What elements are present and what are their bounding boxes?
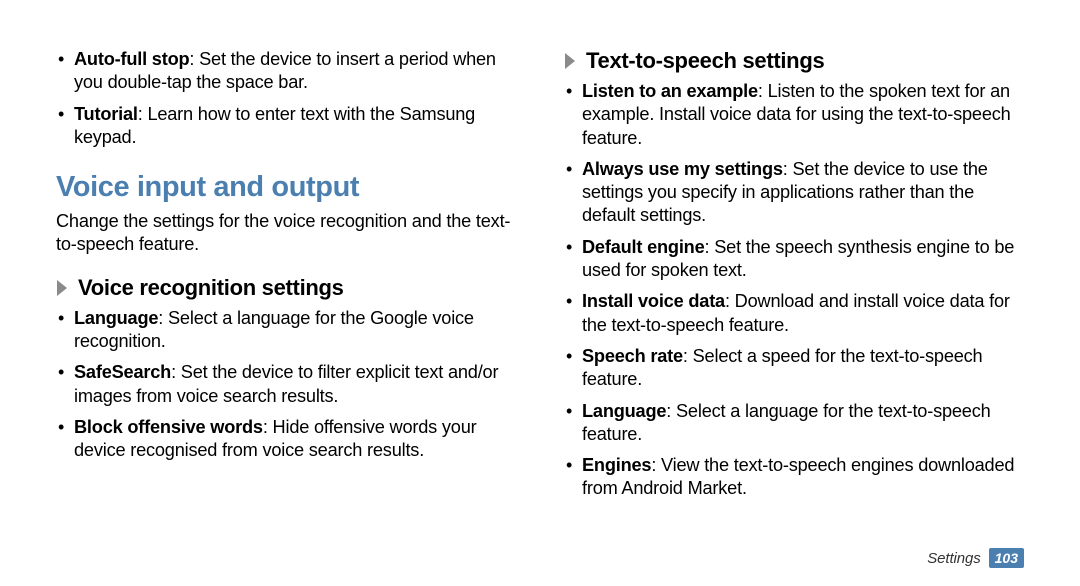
page-number: 103 <box>989 548 1024 568</box>
chevron-right-icon <box>56 279 70 297</box>
top-bullets: Auto-full stop: Set the device to insert… <box>56 48 516 149</box>
list-item: Language: Select a language for the Goog… <box>56 307 516 354</box>
list-item: SafeSearch: Set the device to filter exp… <box>56 361 516 408</box>
subsection-title: Voice recognition settings <box>78 275 344 301</box>
bullet-term: Engines <box>582 455 651 475</box>
bullet-term: SafeSearch <box>74 362 171 382</box>
page-footer: Settings 103 <box>927 548 1024 568</box>
list-item: Tutorial: Learn how to enter text with t… <box>56 103 516 150</box>
voice-recognition-bullets: Language: Select a language for the Goog… <box>56 307 516 463</box>
section-title: Voice input and output <box>56 171 516 204</box>
left-column: Auto-full stop: Set the device to insert… <box>56 48 516 566</box>
list-item: Block offensive words: Hide offensive wo… <box>56 416 516 463</box>
chevron-right-icon <box>564 52 578 70</box>
section-intro: Change the settings for the voice recogn… <box>56 210 516 257</box>
list-item: Language: Select a language for the text… <box>564 400 1024 447</box>
list-item: Speech rate: Select a speed for the text… <box>564 345 1024 392</box>
page-columns: Auto-full stop: Set the device to insert… <box>56 48 1024 566</box>
right-column: Text-to-speech settings Listen to an exa… <box>564 48 1024 566</box>
subsection-text-to-speech: Text-to-speech settings <box>564 48 1024 74</box>
footer-label: Settings <box>927 550 980 567</box>
bullet-term: Language <box>582 401 666 421</box>
bullet-term: Speech rate <box>582 346 683 366</box>
bullet-term: Default engine <box>582 237 705 257</box>
bullet-term: Language <box>74 308 158 328</box>
list-item: Default engine: Set the speech synthesis… <box>564 236 1024 283</box>
list-item: Always use my settings: Set the device t… <box>564 158 1024 228</box>
list-item: Engines: View the text-to-speech engines… <box>564 454 1024 501</box>
bullet-term: Listen to an example <box>582 81 758 101</box>
list-item: Auto-full stop: Set the device to insert… <box>56 48 516 95</box>
bullet-term: Install voice data <box>582 291 725 311</box>
bullet-term: Auto-full stop <box>74 49 189 69</box>
bullet-term: Always use my settings <box>582 159 783 179</box>
subsection-voice-recognition: Voice recognition settings <box>56 275 516 301</box>
tts-bullets: Listen to an example: Listen to the spok… <box>564 80 1024 501</box>
list-item: Listen to an example: Listen to the spok… <box>564 80 1024 150</box>
list-item: Install voice data: Download and install… <box>564 290 1024 337</box>
bullet-term: Tutorial <box>74 104 138 124</box>
bullet-term: Block offensive words <box>74 417 263 437</box>
subsection-title: Text-to-speech settings <box>586 48 824 74</box>
